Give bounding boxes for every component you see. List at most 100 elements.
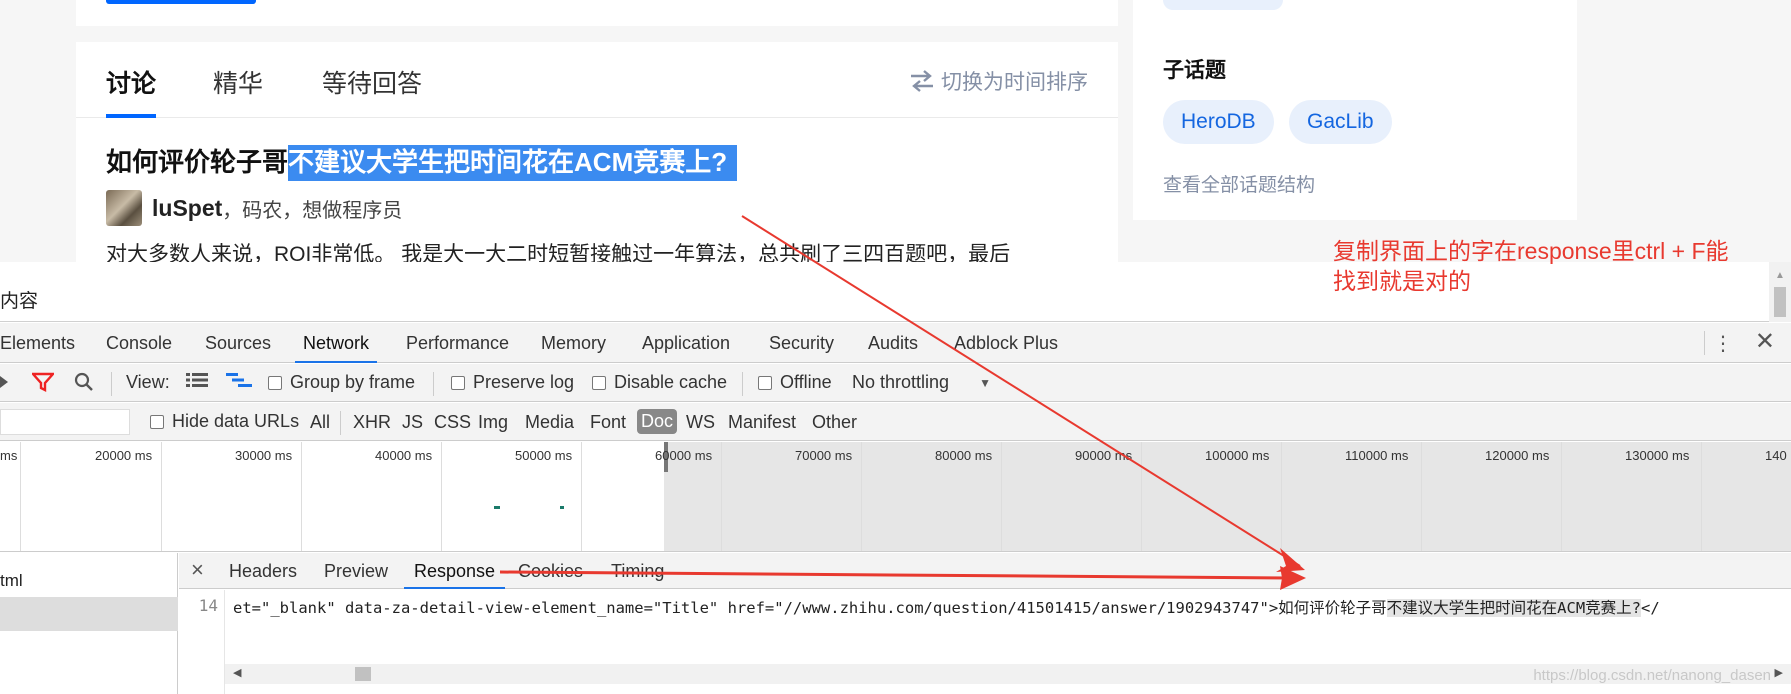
tab-sources[interactable]: Sources xyxy=(205,333,271,354)
disable-cache-label: Disable cache xyxy=(614,372,728,392)
preserve-log-checkbox[interactable]: Preserve log xyxy=(451,372,574,393)
tick-label: 90000 ms xyxy=(1075,448,1133,463)
filter-media[interactable]: Media xyxy=(525,412,574,433)
view-topic-structure-link[interactable]: 查看全部话题结构 xyxy=(1163,170,1315,197)
filter-js[interactable]: JS xyxy=(402,412,423,433)
tab-discussion[interactable]: 讨论 xyxy=(106,64,157,118)
subtopics-card: 子话题 HeroDB GacLib 查看全部话题结构 xyxy=(1133,0,1577,220)
blue-button-edge[interactable] xyxy=(106,0,256,4)
tick-label: 120000 ms xyxy=(1485,448,1550,463)
tab-memory[interactable]: Memory xyxy=(541,333,606,354)
group-by-frame-checkbox[interactable]: Group by frame xyxy=(268,372,415,393)
tab-response[interactable]: Response xyxy=(403,561,506,589)
offline-label: Offline xyxy=(780,372,832,392)
tick-label: 100000 ms xyxy=(1205,448,1270,463)
tick-label: 110000 ms xyxy=(1345,448,1409,463)
checkbox-icon[interactable] xyxy=(592,375,606,390)
tag-herodb[interactable]: HeroDB xyxy=(1163,100,1274,144)
tab-preview[interactable]: Preview xyxy=(324,561,388,582)
tab-audits[interactable]: Audits xyxy=(868,333,918,354)
tick-label: 140 xyxy=(1765,448,1787,463)
search-icon[interactable] xyxy=(74,372,94,392)
filter-doc[interactable]: Doc xyxy=(637,409,678,434)
view-label: View: xyxy=(126,372,170,392)
panel-tabs: Elements Console Sources Network Perform… xyxy=(0,323,1791,363)
filter-input[interactable] xyxy=(0,409,130,435)
checkbox-icon[interactable] xyxy=(758,375,772,390)
checkbox-icon[interactable] xyxy=(268,375,282,390)
scrollbar-thumb[interactable] xyxy=(1774,287,1786,317)
disable-cache-checkbox[interactable]: Disable cache xyxy=(592,372,727,393)
question-title[interactable]: 如何评价轮子哥不建议大学生把时间花在ACM竞赛上? xyxy=(106,142,738,181)
code-selected-match: 不建议大学生把时间花在ACM竞赛上? xyxy=(1386,599,1642,617)
tag-pill-partial[interactable] xyxy=(1163,0,1283,10)
more-options-icon[interactable]: ⋮ xyxy=(1713,331,1733,356)
filter-xhr[interactable]: XHR xyxy=(353,412,391,433)
scroll-right-icon[interactable]: ▶ xyxy=(1775,666,1783,679)
swap-icon xyxy=(911,70,933,92)
tick-label: 70000 ms xyxy=(795,448,853,463)
tick-label: 60000 ms xyxy=(655,448,713,463)
request-row[interactable]: tml xyxy=(0,563,178,597)
answer-excerpt[interactable]: 对大多数人来说，ROI非常低。 我是大一大二时短暂接触过一年算法，总共刷了三四百… xyxy=(106,238,1010,262)
devtools-title: 内容 xyxy=(0,291,39,312)
filter-ws[interactable]: WS xyxy=(686,412,715,433)
network-timeline[interactable]: ms 20000 ms 30000 ms 40000 ms 50000 ms 6… xyxy=(0,442,1791,552)
filter-manifest[interactable]: Manifest xyxy=(728,412,796,433)
checkbox-icon[interactable] xyxy=(451,375,465,390)
throttling-label: No throttling xyxy=(852,372,950,392)
timeline-gridline xyxy=(20,442,21,551)
timeline-gridline xyxy=(1141,442,1142,551)
tab-console[interactable]: Console xyxy=(106,333,172,354)
tab-elements[interactable]: Elements xyxy=(0,333,75,354)
tab-performance[interactable]: Performance xyxy=(406,333,509,354)
tab-application[interactable]: Application xyxy=(642,333,730,354)
tick-label: 20000 ms xyxy=(95,448,153,463)
large-rows-icon[interactable] xyxy=(186,372,208,388)
offline-checkbox[interactable]: Offline xyxy=(758,372,832,393)
tab-waiting-answers[interactable]: 等待回答 xyxy=(322,64,422,100)
checkbox-icon[interactable] xyxy=(150,414,164,429)
tab-timing[interactable]: Timing xyxy=(611,561,664,582)
close-devtools-icon[interactable]: ✕ xyxy=(1755,327,1775,356)
avatar[interactable] xyxy=(106,190,142,226)
record-icon[interactable] xyxy=(0,372,12,392)
filter-all[interactable]: All xyxy=(310,412,330,433)
tab-security[interactable]: Security xyxy=(769,333,834,354)
timeline-gridline xyxy=(1701,442,1702,551)
timeline-gridline xyxy=(721,442,722,551)
sort-toggle-button[interactable]: 切换为时间排序 xyxy=(909,66,1088,96)
timeline-request-bar xyxy=(494,506,500,509)
tag-gaclib[interactable]: GacLib xyxy=(1289,100,1392,144)
filter-css[interactable]: CSS xyxy=(434,412,471,433)
filter-font[interactable]: Font xyxy=(590,412,626,433)
tab-adblock-plus[interactable]: Adblock Plus xyxy=(954,333,1058,354)
tick-label: 30000 ms xyxy=(235,448,293,463)
response-code-line[interactable]: et="_blank" data-za-detail-view-element_… xyxy=(233,596,1783,618)
filter-icon[interactable] xyxy=(32,372,54,392)
group-by-frame-label: Group by frame xyxy=(290,372,416,392)
hide-data-urls-checkbox[interactable]: Hide data URLs xyxy=(150,411,299,432)
author-info: luSpet ，码农，想做程序员 xyxy=(106,190,402,226)
tab-network[interactable]: Network xyxy=(294,333,378,363)
tick-label: 40000 ms xyxy=(375,448,433,463)
detail-tabs: × Headers Preview Response Cookies Timin… xyxy=(179,553,1791,589)
request-row-selected[interactable] xyxy=(0,597,178,631)
tab-featured[interactable]: 精华 xyxy=(213,64,263,100)
vertical-scrollbar[interactable]: ▲ xyxy=(1769,262,1791,322)
author-name[interactable]: luSpet xyxy=(152,195,222,222)
close-detail-icon[interactable]: × xyxy=(191,557,204,583)
throttling-select[interactable]: No throttling ▼ xyxy=(852,372,991,393)
watermark: https://blog.csdn.net/nanong_dasen xyxy=(1533,667,1771,684)
tick-label: 130000 ms xyxy=(1625,448,1690,463)
waterfall-icon[interactable] xyxy=(226,372,252,388)
scroll-left-icon[interactable]: ◀ xyxy=(233,666,241,679)
tab-headers[interactable]: Headers xyxy=(229,561,297,582)
scrollbar-thumb[interactable] xyxy=(355,667,371,681)
line-gutter: 14 xyxy=(179,590,225,694)
tab-cookies[interactable]: Cookies xyxy=(518,561,583,582)
filter-img[interactable]: Img xyxy=(478,412,508,433)
scroll-up-icon[interactable]: ▲ xyxy=(1775,270,1785,281)
filter-other[interactable]: Other xyxy=(812,412,857,433)
timeline-gridline xyxy=(1421,442,1422,551)
